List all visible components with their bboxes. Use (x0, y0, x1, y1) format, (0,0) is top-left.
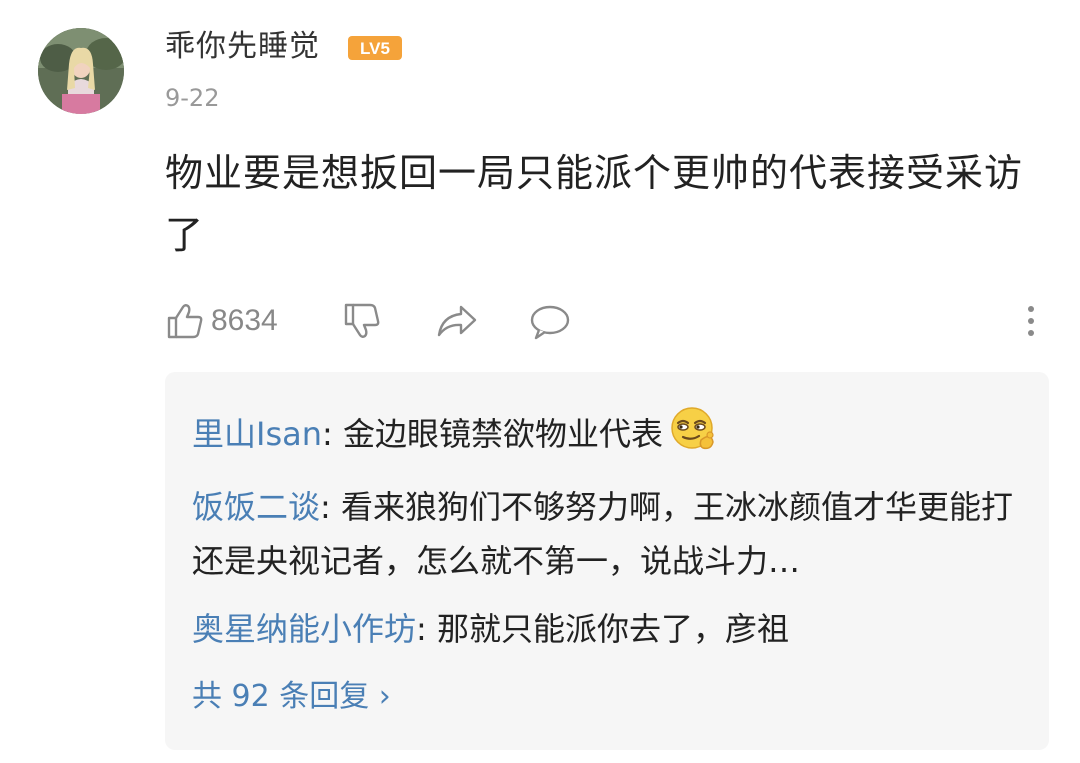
thumbs-down-icon (344, 303, 380, 338)
reply-author[interactable]: 饭饭二谈 (192, 488, 320, 526)
comment-date: 9-22 (165, 84, 220, 112)
view-all-replies-link[interactable]: 共 92 条回复 › (192, 677, 391, 717)
reply-text: 那就只能派你去了，彦祖 (436, 610, 789, 648)
comment-bubble-icon (530, 305, 570, 340)
more-button[interactable] (1021, 298, 1041, 344)
reply-author[interactable]: 里山Isan (192, 415, 322, 453)
reply-author[interactable]: 奥星纳能小作坊 (192, 610, 416, 648)
like-count: 8634 (211, 304, 278, 337)
replies-panel: 里山Isan: 金边眼镜禁欲物业代表 饭饭二谈: 看来狼狗们不够努力啊，王冰冰颜… (165, 372, 1049, 750)
reply-text: 金边眼镜禁欲物业代表 (342, 415, 663, 453)
share-button[interactable] (435, 298, 479, 344)
reply-separator: : (322, 415, 343, 453)
dislike-button[interactable] (342, 298, 382, 344)
share-icon (437, 305, 477, 337)
comment-card: 乖你先睡觉 LV5 9-22 物业要是想扳回一局只能派个更帅的代表接受采访了 8… (0, 0, 1080, 763)
reply-separator: : (320, 488, 341, 526)
reply-separator: : (416, 610, 437, 648)
like-button[interactable]: 8634 (165, 298, 278, 344)
avatar[interactable] (38, 28, 124, 114)
username[interactable]: 乖你先睡觉 (165, 27, 320, 67)
action-bar: 8634 (165, 298, 1045, 344)
reply-item: 饭饭二谈: 看来狼狗们不够努力啊，王冰冰颜值才华更能打还是央视记者，怎么就不第一… (192, 480, 1022, 588)
thumbs-up-icon (167, 304, 203, 339)
reply-button[interactable] (528, 298, 572, 344)
level-text: LV5 (360, 39, 390, 58)
comment-text: 物业要是想扳回一局只能派个更帅的代表接受采访了 (165, 151, 1024, 257)
more-vertical-icon (1028, 306, 1034, 336)
reply-item: 里山Isan: 金边眼镜禁欲物业代表 (192, 404, 1022, 468)
smirk-emoji-icon (669, 404, 719, 468)
level-badge: LV5 (348, 36, 402, 60)
reply-item: 奥星纳能小作坊: 那就只能派你去了，彦祖 (192, 602, 1022, 656)
